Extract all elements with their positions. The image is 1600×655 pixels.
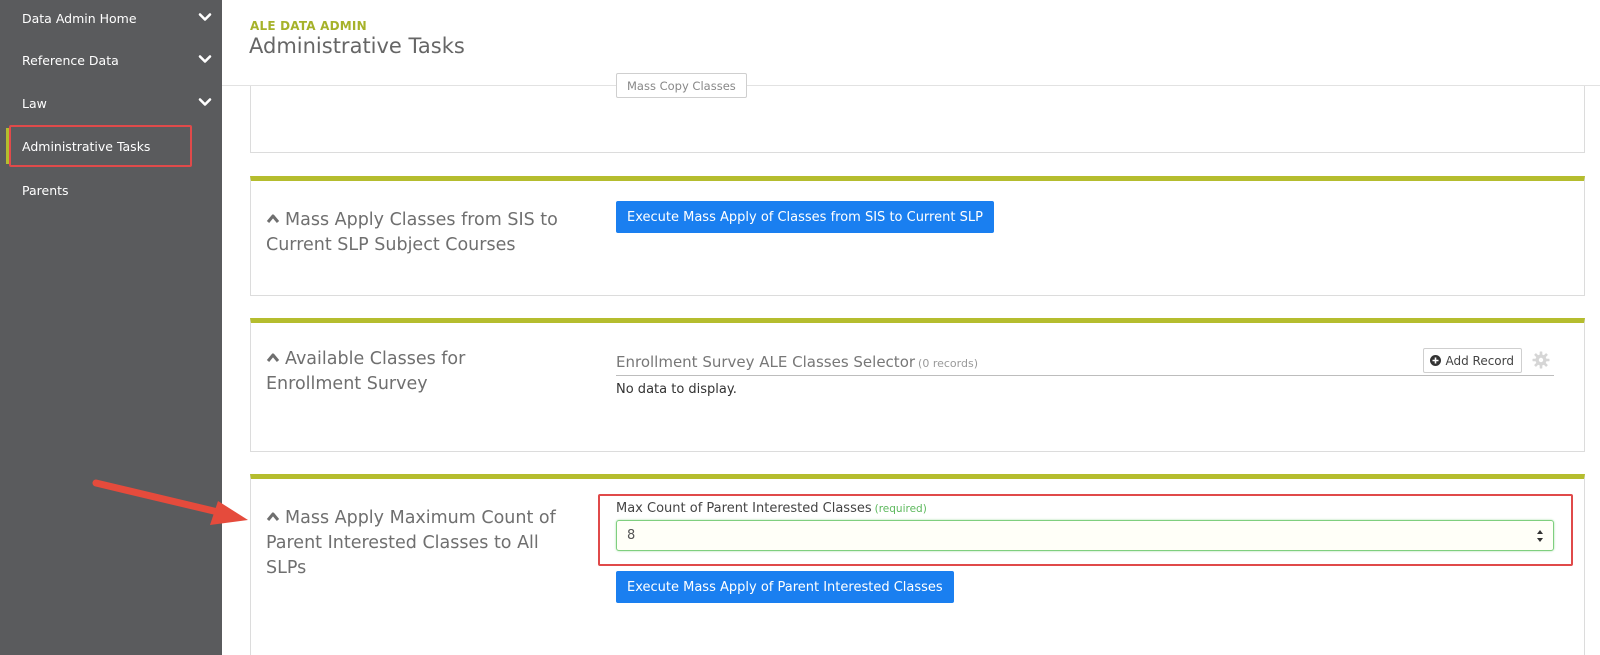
chevron-down-icon xyxy=(198,98,212,106)
grid-header: Enrollment Survey ALE Classes Selector (0… xyxy=(616,348,1554,376)
panel-title-text: Available Classes for Enrollment Survey xyxy=(266,349,466,394)
panel-title[interactable]: Mass Apply Maximum Count of Parent Inter… xyxy=(266,506,566,581)
sidebar-item-label: Law xyxy=(22,95,47,111)
page-header: ALE DATA ADMIN Administrative Tasks xyxy=(222,0,1600,86)
plus-circle-icon xyxy=(1430,355,1442,366)
grid-title-text: Enrollment Survey ALE Classes Selector xyxy=(616,353,916,371)
sidebar-item-parents[interactable]: Parents xyxy=(0,170,222,210)
gear-icon[interactable] xyxy=(1532,351,1550,369)
panel-title[interactable]: Mass Apply Classes from SIS to Current S… xyxy=(266,208,566,258)
mass-copy-panel: Mass Copy Classes xyxy=(250,73,1585,153)
chevron-down-icon xyxy=(198,55,212,63)
enrollment-survey-panel: Available Classes for Enrollment Survey … xyxy=(250,318,1585,452)
sidebar-item-law[interactable]: Law xyxy=(0,83,222,123)
panel-title-text: Mass Apply Classes from SIS to Current S… xyxy=(266,210,558,255)
annotation-arrow-icon xyxy=(92,479,248,525)
annotation-highlight-box xyxy=(598,494,1573,566)
sidebar-item-data-admin-home[interactable]: Data Admin Home xyxy=(0,0,222,38)
chevron-up-icon xyxy=(266,512,280,521)
sidebar-item-label: Data Admin Home xyxy=(22,10,137,26)
empty-state-text: No data to display. xyxy=(616,382,737,397)
add-record-label: Add Record xyxy=(1445,353,1514,368)
execute-mass-apply-sis-button[interactable]: Execute Mass Apply of Classes from SIS t… xyxy=(616,201,994,233)
sidebar-item-reference-data[interactable]: Reference Data xyxy=(0,40,222,80)
app-name: ALE DATA ADMIN xyxy=(250,19,367,33)
chevron-up-icon xyxy=(266,353,280,362)
panel-title-text: Mass Apply Maximum Count of Parent Inter… xyxy=(266,508,556,578)
sidebar-item-label: Reference Data xyxy=(22,52,119,68)
grid-title: Enrollment Survey ALE Classes Selector (0… xyxy=(616,353,978,371)
mass-apply-sis-panel: Mass Apply Classes from SIS to Current S… xyxy=(250,176,1585,296)
chevron-up-icon xyxy=(266,214,280,223)
record-count: (0 records) xyxy=(918,357,978,370)
mass-copy-classes-button[interactable]: Mass Copy Classes xyxy=(616,73,747,98)
execute-mass-apply-parent-classes-button[interactable]: Execute Mass Apply of Parent Interested … xyxy=(616,571,954,603)
chevron-down-icon xyxy=(198,13,212,21)
annotation-highlight-box xyxy=(9,125,192,167)
sidebar-item-label: Parents xyxy=(22,182,69,198)
add-record-button[interactable]: Add Record xyxy=(1423,348,1522,373)
panel-title[interactable]: Available Classes for Enrollment Survey xyxy=(266,347,566,397)
sidebar: Data Admin Home Reference Data Law Admin… xyxy=(0,0,222,655)
page-title: Administrative Tasks xyxy=(249,34,465,58)
